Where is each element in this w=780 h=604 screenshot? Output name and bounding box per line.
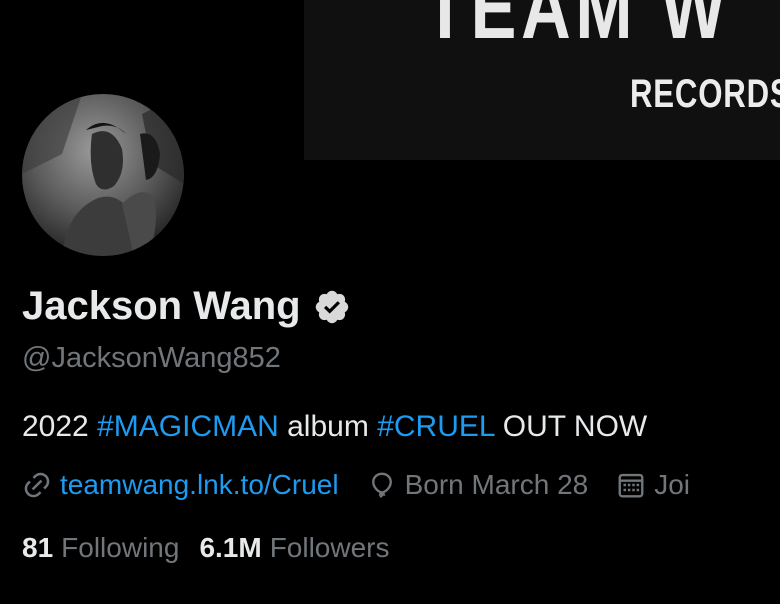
bio: 2022 #MAGICMAN album #CRUEL OUT NOW bbox=[22, 408, 647, 446]
website-link[interactable]: teamwang.lnk.to/Cruel bbox=[60, 469, 339, 501]
avatar[interactable] bbox=[22, 94, 184, 256]
bio-tail: OUT NOW bbox=[502, 410, 648, 443]
following-link[interactable]: 81 Following bbox=[22, 530, 179, 566]
hashtag-cruel[interactable]: #CRUEL bbox=[377, 410, 494, 443]
joined-item: Joi bbox=[616, 469, 690, 501]
calendar-icon bbox=[618, 473, 644, 498]
link-icon bbox=[24, 472, 50, 498]
display-name-row: Jackson Wang bbox=[22, 282, 351, 330]
following-label: Following bbox=[61, 532, 180, 563]
banner-records-text: RECORDS bbox=[630, 72, 780, 116]
joined-text: Joi bbox=[654, 469, 691, 500]
followers-count: 6.1M bbox=[199, 532, 262, 563]
handle: @JacksonWang852 bbox=[22, 342, 281, 374]
display-name: Jackson Wang bbox=[22, 284, 301, 328]
birthday-item: Born March 28 bbox=[367, 469, 589, 501]
profile-banner[interactable]: TEAM W RECORDS bbox=[304, 0, 780, 160]
following-count: 81 bbox=[22, 532, 54, 563]
balloon-icon bbox=[371, 472, 392, 498]
followers-link[interactable]: 6.1M Followers bbox=[199, 530, 389, 566]
profile-meta: teamwang.lnk.to/Cruel Born March 28 Joi bbox=[22, 466, 718, 504]
birthday-text: Born March 28 bbox=[404, 469, 589, 500]
verified-badge-icon[interactable] bbox=[313, 288, 351, 326]
bio-year: 2022 bbox=[22, 410, 89, 443]
profile-page: TEAM W RECORDS Jackson Wang @JacksonWang… bbox=[0, 0, 780, 604]
follow-counts: 81 Following 6.1M Followers bbox=[22, 530, 410, 566]
hashtag-magicman[interactable]: #MAGICMAN bbox=[97, 410, 279, 443]
bio-word: album bbox=[287, 410, 369, 443]
avatar-photo bbox=[22, 94, 184, 256]
followers-label: Followers bbox=[269, 532, 390, 563]
website-item: teamwang.lnk.to/Cruel bbox=[22, 469, 339, 501]
banner-brand-text: TEAM W bbox=[424, 0, 731, 57]
